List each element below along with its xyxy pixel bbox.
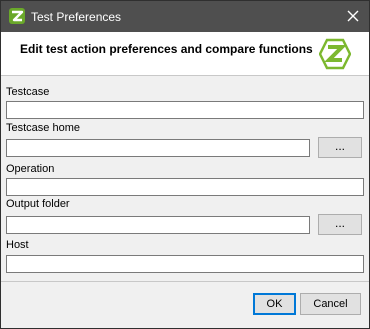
footer-divider — [1, 281, 369, 282]
close-button[interactable] — [341, 4, 365, 28]
app-logo-icon — [319, 38, 351, 70]
operation-input[interactable] — [6, 178, 364, 196]
dialog-window: Test Preferences Edit test action prefer… — [0, 0, 370, 329]
output-folder-input[interactable] — [6, 216, 310, 234]
cancel-button[interactable]: Cancel — [300, 293, 361, 315]
dialog-header: Edit test action preferences and compare… — [1, 32, 369, 76]
testcase-label: Testcase — [6, 86, 50, 98]
testcase-home-label: Testcase home — [6, 122, 80, 134]
app-logo-icon — [9, 8, 25, 24]
testcase-home-input[interactable] — [6, 139, 310, 157]
close-icon — [347, 10, 359, 22]
title-bar[interactable]: Test Preferences — [1, 1, 369, 32]
operation-label: Operation — [6, 163, 55, 175]
testcase-input[interactable] — [6, 101, 364, 119]
window-title: Test Preferences — [31, 10, 122, 24]
host-label: Host — [6, 239, 29, 251]
ok-button[interactable]: OK — [253, 293, 296, 315]
testcase-home-browse-button[interactable]: ... — [318, 137, 362, 158]
host-input[interactable] — [6, 255, 364, 273]
header-title: Edit test action preferences and compare… — [20, 42, 313, 56]
output-folder-browse-button[interactable]: ... — [318, 214, 362, 235]
output-folder-label: Output folder — [6, 198, 70, 210]
